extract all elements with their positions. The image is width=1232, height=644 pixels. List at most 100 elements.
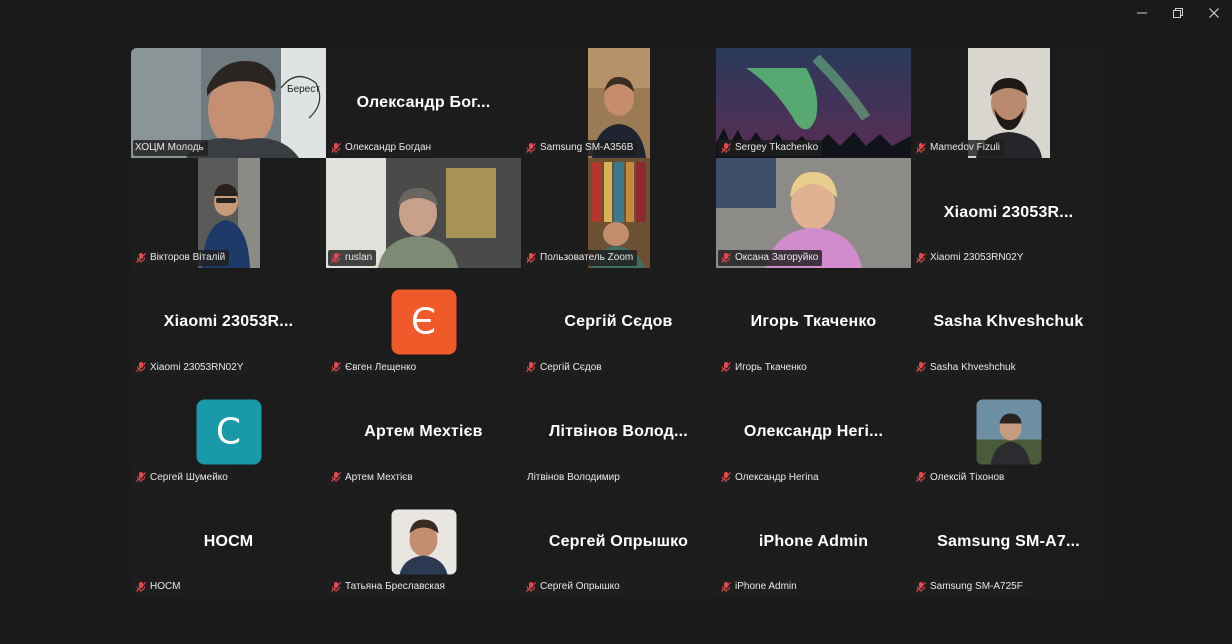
restore-button[interactable] (1160, 0, 1196, 26)
participant-name: Артем Мехтієв (345, 471, 413, 483)
participant-name-bar: Оксана Загоруйко (718, 249, 823, 266)
participant-tile[interactable]: Sergey Tkachenko (716, 48, 911, 158)
participant-display-name: Артем Мехтієв (364, 423, 483, 441)
participant-display-name: НОСМ (203, 533, 254, 551)
participant-display-name: Игорь Ткаченко (750, 313, 877, 331)
participant-display-name: Сергій Сєдов (564, 313, 673, 331)
muted-mic-icon (526, 142, 536, 153)
muted-mic-icon (916, 472, 926, 483)
participant-name-bar: НОСМ (133, 578, 185, 595)
restore-icon (1173, 8, 1183, 18)
participant-name-bar: Sasha Khveshchuk (913, 359, 1020, 376)
participant-tile[interactable]: Xiaomi 23053R... Xiaomi 23053RN02Y (131, 267, 326, 378)
participant-name-bar: Олександр Негіna (718, 469, 823, 486)
avatar: Є (391, 289, 456, 355)
participant-tile[interactable]: Татьяна Бреславская (326, 487, 521, 597)
participant-tile[interactable]: ruslan (326, 157, 521, 268)
participant-tile[interactable]: Оксана Загоруйко (716, 157, 911, 268)
muted-mic-icon (136, 472, 146, 483)
muted-mic-icon (331, 252, 341, 263)
muted-mic-icon (721, 252, 731, 263)
participant-name: Xiaomi 23053RN02Y (930, 252, 1024, 264)
participant-name-bar: Артем Мехтієв (328, 469, 417, 486)
participant-tile[interactable]: Берест ХОЦМ Молодь (131, 48, 326, 158)
muted-mic-icon (136, 252, 146, 263)
participant-tile[interactable]: Sasha Khveshchuk Sasha Khveshchuk (911, 267, 1106, 378)
minimize-button[interactable] (1124, 0, 1160, 26)
participant-tile[interactable]: Артем Мехтієв Артем Мехтієв (326, 377, 521, 488)
muted-mic-icon (526, 252, 536, 263)
participant-name: Літвінов Володимир (527, 471, 620, 483)
participant-tile[interactable]: Сергей Опрышко Сергей Опрышко (521, 487, 716, 597)
video-overlay-text: Берест (287, 84, 320, 95)
participant-name-bar: Євген Лещенко (328, 359, 421, 376)
participant-tile[interactable]: Пользователь Zoom (521, 157, 716, 268)
participant-tile[interactable]: Олександр Бог... Олександр Богдан (326, 48, 521, 158)
participant-name: Sergey Tkachenko (735, 142, 819, 154)
participant-name-bar: Samsung SM-A725F (913, 578, 1027, 595)
participant-display-name: Samsung SM-A7... (937, 533, 1080, 551)
participant-name: Игорь Ткаченко (735, 361, 807, 373)
minimize-icon (1137, 12, 1147, 14)
muted-mic-icon (916, 252, 926, 263)
participant-display-name: iPhone Admin (758, 533, 869, 551)
participant-name: Олександр Негіna (735, 471, 819, 483)
muted-mic-icon (916, 581, 926, 592)
muted-mic-icon (721, 362, 731, 373)
participant-name: НОСМ (150, 581, 181, 593)
muted-mic-icon (916, 142, 926, 153)
participant-name-bar: Игорь Ткаченко (718, 359, 811, 376)
participant-display-name: Xiaomi 23053R... (163, 313, 294, 331)
participant-name-bar: Літвінов Володимир (523, 469, 624, 486)
participant-name: Сергій Сєдов (540, 361, 602, 373)
participant-display-name: Літвінов Волод... (549, 423, 688, 441)
participant-display-name: Олександр Бог... (356, 93, 491, 111)
participant-tile[interactable]: Игорь Ткаченко Игорь Ткаченко (716, 267, 911, 378)
participant-name: Вікторов Віталій (150, 252, 226, 264)
participant-name: Samsung SM-A725F (930, 581, 1023, 593)
muted-mic-icon (331, 581, 341, 592)
participant-display-name: Сергей Опрышко (548, 533, 689, 551)
participant-tile[interactable]: С Сергей Шумейко (131, 377, 326, 488)
muted-mic-icon (331, 362, 341, 373)
participant-tile[interactable]: iPhone Admin iPhone Admin (716, 487, 911, 597)
muted-mic-icon (721, 472, 731, 483)
participant-tile[interactable]: Samsung SM-A356B (521, 48, 716, 158)
participant-name-bar: Xiaomi 23053RN02Y (913, 249, 1028, 266)
participant-name-bar: ХОЦМ Молодь (133, 139, 208, 156)
participant-name-bar: iPhone Admin (718, 578, 801, 595)
muted-mic-icon (331, 142, 341, 153)
participant-tile[interactable]: Є Євген Лещенко (326, 267, 521, 378)
participant-name: Sasha Khveshchuk (930, 361, 1016, 373)
muted-mic-icon (136, 362, 146, 373)
participant-name: Xiaomi 23053RN02Y (150, 361, 244, 373)
participant-tile[interactable]: НОСМ НОСМ (131, 487, 326, 597)
participant-name: Татьяна Бреславская (345, 581, 445, 593)
gallery-grid: Берест ХОЦМ Молодь Олександр Бог... Олек… (131, 48, 1106, 597)
participant-name-bar: Samsung SM-A356B (523, 139, 638, 156)
participant-tile[interactable]: Сергій Сєдов Сергій Сєдов (521, 267, 716, 378)
participant-tile[interactable]: Mamedov Fizuli (911, 48, 1106, 158)
participant-display-name: Sasha Khveshchuk (933, 313, 1084, 331)
close-icon (1209, 8, 1219, 18)
participant-name: Олександр Богдан (345, 142, 432, 154)
participant-name: Олексій Тіхонов (930, 471, 1005, 483)
participant-tile[interactable]: Вікторов Віталій (131, 157, 326, 268)
participant-name-bar: Пользователь Zoom (523, 249, 638, 266)
participant-name-bar: Sergey Tkachenko (718, 139, 823, 156)
participant-tile[interactable]: Олексій Тіхонов (911, 377, 1106, 488)
participant-tile[interactable]: Samsung SM-A7... Samsung SM-A725F (911, 487, 1106, 597)
participant-name: Євген Лещенко (345, 361, 417, 373)
participant-name: iPhone Admin (735, 581, 797, 593)
participant-name-bar: Xiaomi 23053RN02Y (133, 359, 248, 376)
participant-tile[interactable]: Xiaomi 23053R... Xiaomi 23053RN02Y (911, 157, 1106, 268)
participant-name: Сергей Опрышко (540, 581, 620, 593)
participant-tile[interactable]: Літвінов Волод... Літвінов Володимир (521, 377, 716, 488)
participant-name-bar: Олександр Богдан (328, 139, 436, 156)
participant-name-bar: ruslan (328, 249, 377, 266)
participant-name: ruslan (345, 252, 373, 264)
close-button[interactable] (1196, 0, 1232, 26)
window-controls (1124, 0, 1232, 26)
participant-name: Сергей Шумейко (150, 471, 228, 483)
participant-tile[interactable]: Олександр Негі... Олександр Негіna (716, 377, 911, 488)
